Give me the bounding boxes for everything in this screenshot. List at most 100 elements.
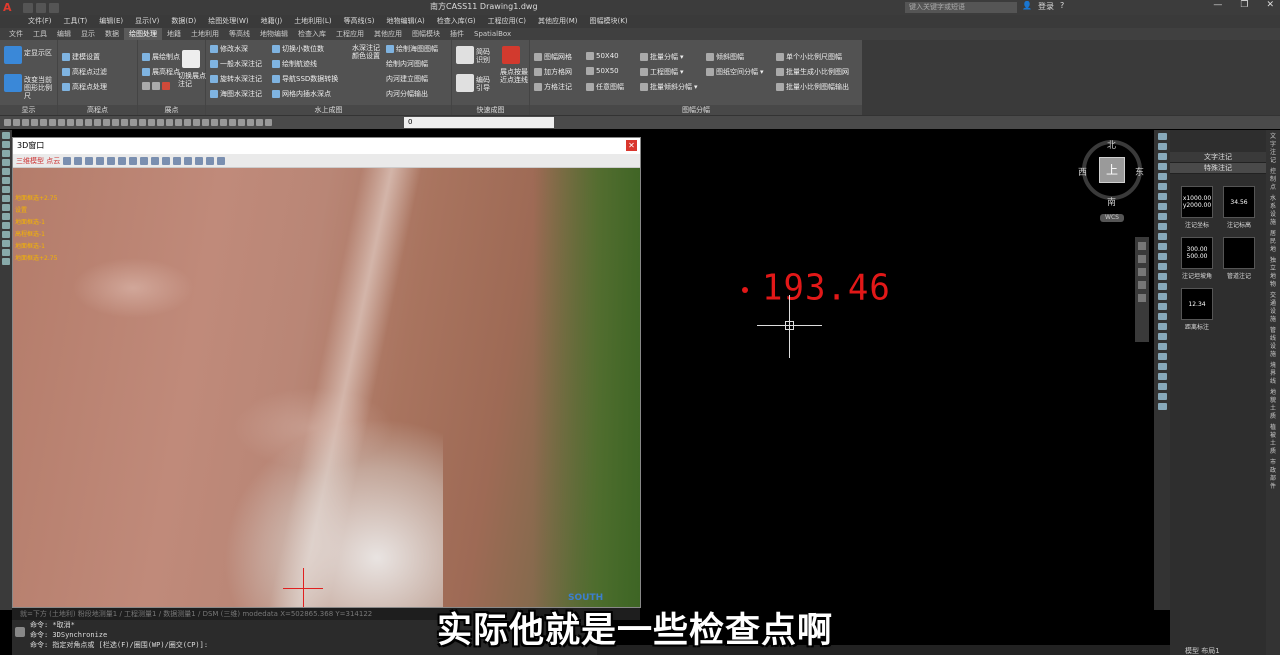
toolstrip-icon[interactable] [1157, 343, 1167, 350]
layout-tabs[interactable]: 模型 布局1 [1185, 646, 1220, 655]
river-output-button[interactable]: 内河分幅输出 [386, 89, 428, 99]
toolbar-icon[interactable] [175, 119, 182, 126]
menu-view[interactable]: 显示(V) [129, 15, 165, 28]
toolbar-icon[interactable] [229, 119, 236, 126]
view-tool-icon[interactable] [184, 156, 193, 165]
toolbar-icon[interactable] [76, 119, 83, 126]
batch-tilt-split-button[interactable]: 批量倾斜分幅 ▾ [640, 82, 698, 92]
palette-item-slope[interactable]: 300.00 500.00 注记坦坡角 [1180, 237, 1214, 280]
toolstrip-icon[interactable] [1157, 313, 1167, 320]
general-depth-button[interactable]: 一般水深注记 [210, 59, 262, 69]
overlay-line[interactable]: 地面框选-1 [15, 241, 57, 253]
minimize-button[interactable]: — [1213, 0, 1222, 10]
tab-other[interactable]: 其他应用 [369, 28, 407, 40]
toolbar-icon[interactable] [202, 119, 209, 126]
open-file-icon[interactable] [36, 2, 46, 13]
3d-window-titlebar[interactable]: 3D窗口 ✕ [13, 138, 640, 154]
toolstrip-icon[interactable] [1157, 403, 1167, 410]
trim-tool-icon[interactable] [2, 240, 10, 247]
toolstrip-icon[interactable] [1157, 283, 1167, 290]
help-icon[interactable]: ? [1060, 1, 1064, 12]
maximize-button[interactable]: ❐ [1240, 0, 1248, 10]
toolstrip-icon[interactable] [1157, 263, 1167, 270]
toolbar-icon[interactable] [58, 119, 65, 126]
view-tool-icon[interactable] [85, 156, 94, 165]
scale-tool-icon[interactable] [2, 231, 10, 238]
elevation-label[interactable]: 193.46 [762, 267, 891, 309]
toolbar-icon[interactable] [67, 119, 74, 126]
toolbar-icon[interactable] [130, 119, 137, 126]
toolstrip-icon[interactable] [1157, 303, 1167, 310]
modify-depth-button[interactable]: 修改水深 [210, 44, 248, 54]
scale-icon[interactable] [4, 74, 22, 92]
palette-side-tab[interactable]: 水系设施 [1268, 195, 1278, 227]
menu-edit[interactable]: 编辑(E) [93, 15, 129, 28]
view-tool-icon[interactable] [74, 156, 83, 165]
switch-decimals-button[interactable]: 切换小数位数 [272, 44, 324, 54]
view-tool-icon[interactable] [195, 156, 204, 165]
toolstrip-icon[interactable] [1157, 233, 1167, 240]
user-icon[interactable]: 👤 [1022, 1, 1032, 12]
overlay-line[interactable]: 高程框选-1 [15, 229, 57, 241]
toolbar-icon[interactable] [211, 119, 218, 126]
toggle-annotation-icon[interactable] [182, 50, 200, 68]
view-tool-icon[interactable] [173, 156, 182, 165]
compass-south[interactable]: 南 [1107, 195, 1116, 208]
elevation-process-button[interactable]: 高程点处理 [62, 82, 107, 92]
nearest-connect-button[interactable]: 展点按最近点连线 [498, 68, 530, 84]
plot-elevation-points-button[interactable]: 展高程点 [142, 67, 180, 77]
view-tool-icon[interactable] [107, 156, 116, 165]
toolstrip-icon[interactable] [1157, 213, 1167, 220]
toolbar-icon[interactable] [22, 119, 29, 126]
toolbar-icon[interactable] [85, 119, 92, 126]
toolbar-icon[interactable] [13, 119, 20, 126]
tab-feature-edit[interactable]: 地物编辑 [255, 28, 293, 40]
menu-data[interactable]: 数据(D) [165, 15, 202, 28]
orbit-icon[interactable] [1138, 281, 1146, 289]
tool-icon[interactable] [152, 82, 160, 90]
toolstrip-icon[interactable] [1157, 163, 1167, 170]
palette-side-tab[interactable]: 管线设施 [1268, 327, 1278, 359]
change-scale-button[interactable]: 改变当前图形比例尺 [24, 76, 58, 100]
draw-river-sheet-button[interactable]: 绘制内河图幅 [386, 59, 428, 69]
toolstrip-icon[interactable] [1157, 193, 1167, 200]
code-guide-button[interactable]: 编码引导 [476, 76, 496, 92]
rotate-depth-button[interactable]: 旋转水深注记 [210, 74, 262, 84]
pan-icon[interactable] [1138, 255, 1146, 263]
view-tool-icon[interactable] [151, 156, 160, 165]
plot-control-points-button[interactable]: 展绘制点 [142, 52, 180, 62]
toolstrip-icon[interactable] [1157, 373, 1167, 380]
toolbar-icon[interactable] [4, 119, 11, 126]
toolstrip-icon[interactable] [1157, 223, 1167, 230]
save-file-icon[interactable] [49, 2, 59, 13]
palette-side-tab[interactable]: 植被土质 [1268, 424, 1278, 456]
toolbar-icon[interactable] [265, 119, 272, 126]
menu-contour[interactable]: 等高线(S) [338, 15, 381, 28]
toolbar-icon[interactable] [112, 119, 119, 126]
palette-side-tab[interactable]: 居民地 [1268, 230, 1278, 254]
menu-other[interactable]: 其他应用(M) [532, 15, 584, 28]
toolbar-icon[interactable] [238, 119, 245, 126]
layer-combo[interactable]: 0 [404, 117, 554, 128]
nearest-connect-icon[interactable] [502, 46, 520, 64]
palette-side-tab[interactable]: 独立地物 [1268, 257, 1278, 289]
tab-spatialbox[interactable]: SpatialBox [469, 28, 516, 40]
toolstrip-icon[interactable] [1157, 243, 1167, 250]
palette-side-tab[interactable]: 控制点 [1268, 168, 1278, 192]
compass-east[interactable]: 东 [1135, 165, 1144, 178]
sheet-50x50-button[interactable]: 50X50 [586, 67, 619, 75]
copy-tool-icon[interactable] [2, 213, 10, 220]
menu-file[interactable]: 文件(F) [22, 15, 58, 28]
palette-side-tab[interactable]: 文字注记 [1268, 133, 1278, 165]
overlay-line[interactable]: 地面框选-1 [15, 217, 57, 229]
toolstrip-icon[interactable] [1157, 203, 1167, 210]
sheet-grid-button[interactable]: 图幅网格 [534, 52, 572, 62]
wcs-menu[interactable]: WCS [1100, 214, 1124, 222]
elevation-filter-button[interactable]: 高程点过滤 [62, 67, 107, 77]
palette-side-tab[interactable]: 地貌土质 [1268, 389, 1278, 421]
search-input[interactable]: 键入关键字或短语 [905, 2, 1017, 13]
toolstrip-icon[interactable] [1157, 333, 1167, 340]
3d-aerial-view[interactable]: 地面框选+2.75 设置 地面框选-1 高程框选-1 地面框选-1 地面框选+2… [13, 168, 640, 607]
toolstrip-icon[interactable] [1157, 323, 1167, 330]
compass-north[interactable]: 北 [1107, 138, 1116, 151]
